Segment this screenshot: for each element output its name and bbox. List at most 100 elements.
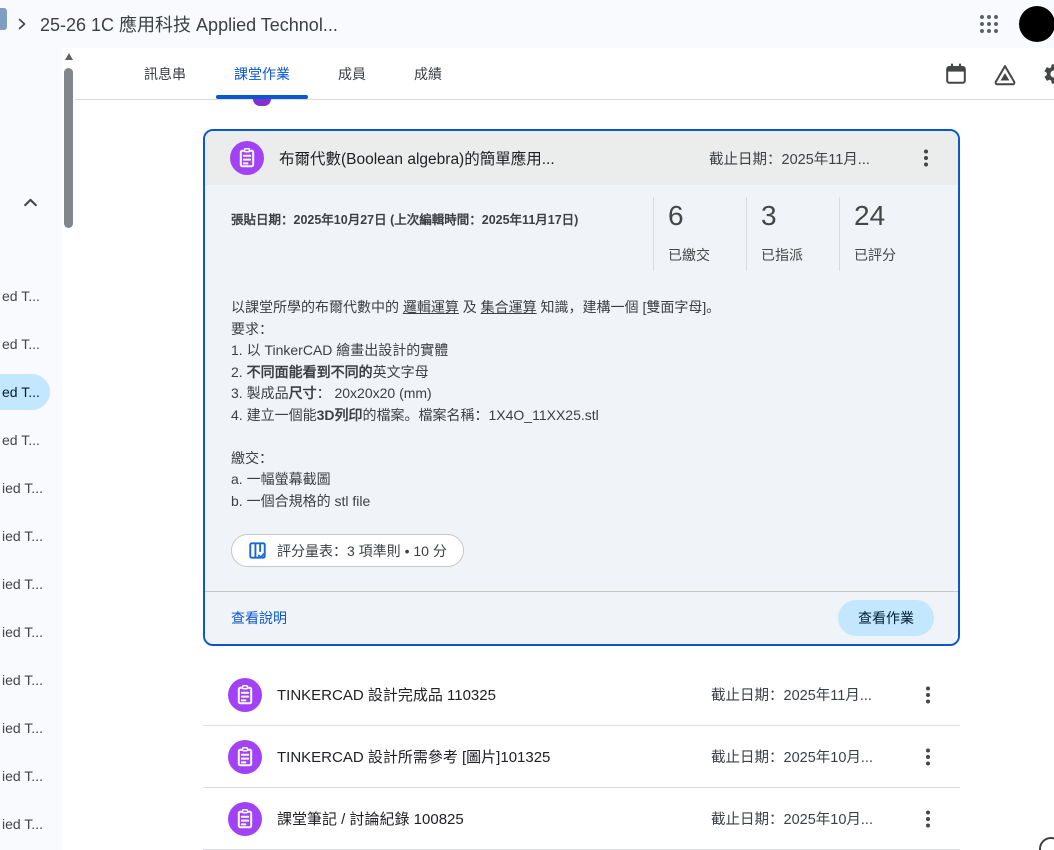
sidebar-class-label: ied T...	[0, 720, 43, 736]
underlined-term: 集合運算	[481, 299, 537, 315]
stat-value: 24	[854, 199, 932, 233]
text: 要求：	[231, 321, 273, 337]
main-area: 訊息串 課堂作業 成員 成績	[75, 48, 1054, 850]
text: 的檔案。檔案名稱：1X4O_11XX25.stl	[362, 407, 598, 423]
chevron-up-icon[interactable]	[14, 186, 46, 218]
class-sidebar: ed T... ed T... ed T... ed T... ied T... ied …	[0, 48, 62, 850]
assignment-clipboard-icon	[230, 141, 264, 175]
text: b. 一個合規格的 stl file	[231, 493, 370, 509]
view-work-button[interactable]: 查看作業	[838, 600, 934, 636]
tab-0[interactable]: 訊息串	[120, 48, 210, 99]
description-line: 3. 製成品尺寸： 20x20x20 (mm)	[231, 383, 932, 405]
scroll-up-arrow-icon[interactable]	[65, 53, 73, 60]
text: 英文字母	[373, 364, 429, 380]
sidebar-class-label: ed T...	[0, 384, 40, 400]
description-line: 要求：	[231, 319, 932, 341]
rubric-chip[interactable]: 評分量表：3 項準則 • 10 分	[231, 534, 464, 567]
description-line: 以課堂所學的布爾代數中的 邏輯運算 及 集合運算 知識，建構一個 [雙面字母]。	[231, 297, 932, 319]
more-options-kebab-icon[interactable]	[908, 799, 948, 839]
more-options-kebab-icon[interactable]	[906, 138, 946, 178]
text: 3. 製成品	[231, 385, 289, 401]
calendar-icon[interactable]	[944, 62, 968, 86]
sidebar-class-label: ed T...	[0, 432, 40, 448]
assignment-due-date: 截止日期：2025年10月...	[711, 808, 893, 829]
assignment-row-2[interactable]: 課堂筆記 / 討論紀錄 100825 截止日期：2025年10月...	[203, 788, 960, 850]
description-line: 2. 不同面能看到不同的英文字母	[231, 362, 932, 384]
sidebar-class-item-9[interactable]: ied T...	[0, 704, 62, 752]
more-options-kebab-icon[interactable]	[908, 675, 948, 715]
assignment-title: 課堂筆記 / 討論紀錄 100825	[277, 808, 696, 829]
assignment-clipboard-icon	[228, 678, 262, 712]
stat-已評分[interactable]: 24 已評分	[839, 197, 932, 271]
sidebar-class-item-3[interactable]: ed T...	[0, 416, 62, 464]
sidebar-class-item-7[interactable]: ied T...	[0, 608, 62, 656]
text: 4. 建立一個能	[231, 407, 317, 423]
description-line: b. 一個合規格的 stl file	[231, 491, 932, 513]
scrollbar-thumb[interactable]	[64, 68, 73, 228]
class-avatar-icon[interactable]	[0, 8, 7, 30]
assignment-list: TINKERCAD 設計完成品 110325截止日期：2025年11月...TI…	[203, 664, 960, 850]
assignment-card-body: 張貼日期：2025年10月27日 (上次編輯時間：2025年11月17日) 6已…	[205, 185, 958, 591]
assignment-row-1[interactable]: TINKERCAD 設計所需參考 [圖片]101325截止日期：2025年10月…	[203, 726, 960, 788]
stat-已指派[interactable]: 3已指派	[746, 197, 839, 271]
text: 繳交：	[231, 450, 273, 466]
sidebar-class-item-2[interactable]: ed T...	[0, 368, 62, 416]
sidebar-class-item-5[interactable]: ied T...	[0, 512, 62, 560]
bold-text: 3D列印	[317, 407, 363, 423]
bold-text: 尺寸	[289, 385, 317, 401]
sidebar-class-item-8[interactable]: ied T...	[0, 656, 62, 704]
tab-label: 訊息串	[144, 64, 186, 84]
breadcrumb-class-title[interactable]: 25-26 1C 應用科技 Applied Technol...	[40, 11, 338, 37]
sidebar-class-item-6[interactable]: ied T...	[0, 560, 62, 608]
tabs: 訊息串 課堂作業 成員 成績	[120, 48, 466, 99]
sidebar-class-item-10[interactable]: ied T...	[0, 752, 62, 800]
stat-label: 已評分	[854, 245, 932, 265]
assignment-due-date: 截止日期：2025年11月...	[709, 148, 891, 169]
top-header: 25-26 1C 應用科技 Applied Technol...	[0, 0, 1054, 48]
sidebar-class-item-4[interactable]: ied T...	[0, 464, 62, 512]
class-tabbar: 訊息串 課堂作業 成員 成績	[75, 48, 1054, 100]
drive-icon[interactable]	[993, 62, 1017, 86]
sidebar-class-label: ied T...	[0, 624, 43, 640]
sidebar-class-item-1[interactable]: ed T...	[0, 320, 62, 368]
sidebar-class-label: ed T...	[0, 288, 40, 304]
assignment-due-date: 截止日期：2025年11月...	[711, 684, 893, 705]
view-instructions-link[interactable]: 查看說明	[231, 608, 287, 628]
description-line: 1. 以 TinkerCAD 繪畫出設計的實體	[231, 340, 932, 362]
tab-2[interactable]: 成員	[314, 48, 390, 99]
stat-value: 3	[761, 199, 839, 233]
text: 及	[459, 299, 481, 315]
classroom-window: 25-26 1C 應用科技 Applied Technol... ed T...…	[0, 0, 1054, 850]
assignment-title: TINKERCAD 設計完成品 110325	[277, 684, 696, 705]
assignment-clipboard-icon	[228, 802, 262, 836]
sidebar-class-item-11[interactable]: ied T...	[0, 800, 62, 848]
stat-已繳交[interactable]: 6已繳交	[653, 197, 746, 271]
tab-label: 課堂作業	[234, 64, 290, 84]
underlined-term: 邏輯運算	[403, 299, 459, 315]
sidebar-class-label: ied T...	[0, 528, 43, 544]
stat-label: 已繳交	[668, 245, 746, 265]
classwork-content: 布爾代數(Boolean algebra)的簡單應用... 截止日期：2025年…	[75, 100, 1054, 850]
tab-1[interactable]: 課堂作業	[210, 48, 314, 99]
sidebar-class-list: ed T... ed T... ed T... ed T... ied T... ied …	[0, 272, 62, 848]
settings-gear-icon[interactable]	[1042, 62, 1054, 86]
assignment-description: 以課堂所學的布爾代數中的 邏輯運算 及 集合運算 知識，建構一個 [雙面字母]。…	[205, 271, 958, 512]
google-apps-grid-icon[interactable]	[969, 4, 1009, 44]
account-avatar[interactable]	[1019, 6, 1054, 42]
more-options-kebab-icon[interactable]	[908, 737, 948, 777]
assignment-title: 布爾代數(Boolean algebra)的簡單應用...	[279, 147, 694, 169]
assignment-row-0[interactable]: TINKERCAD 設計完成品 110325 截止日期：2025年11月...	[203, 664, 960, 726]
assignment-card-header[interactable]: 布爾代數(Boolean algebra)的簡單應用... 截止日期：2025年…	[205, 131, 958, 185]
text: 1. 以 TinkerCAD 繪畫出設計的實體	[231, 342, 448, 358]
tab-3[interactable]: 成績	[390, 48, 466, 99]
tab-label: 成績	[414, 64, 442, 84]
breadcrumb-chevron-icon	[14, 16, 30, 32]
tab-label: 成員	[338, 64, 366, 84]
vertical-scrollbar[interactable]	[62, 48, 75, 850]
submission-stats: 6已繳交3已指派 24 已評分	[653, 197, 932, 271]
sidebar-class-label: ied T...	[0, 576, 43, 592]
description-line	[231, 426, 932, 448]
text: 2.	[231, 364, 247, 380]
sidebar-class-label: ied T...	[0, 816, 43, 832]
sidebar-class-item-0[interactable]: ed T...	[0, 272, 62, 320]
